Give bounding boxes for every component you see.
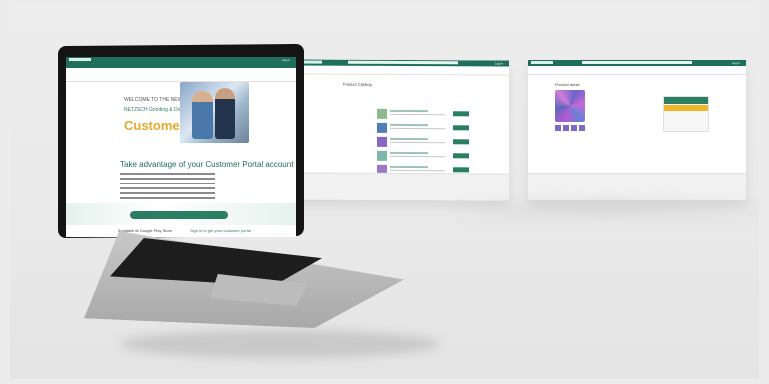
product-detail-card: Log in Product detail — [528, 60, 746, 200]
promo-button — [130, 211, 228, 219]
catalog-search-bar — [348, 60, 458, 65]
laptop-topbar: Log in — [66, 57, 296, 68]
benefit-line — [120, 196, 215, 199]
laptop-screen-content: Log in WELCOME TO THE NEW NETZSCH Grindi… — [66, 57, 296, 237]
thumbnail — [555, 125, 561, 131]
product-title-line — [390, 165, 428, 168]
detail-login-link: Log in — [731, 61, 740, 65]
welcome-title: WELCOME TO THE NEW — [124, 97, 183, 103]
brand-logo — [69, 58, 91, 61]
catalog-footer — [297, 172, 509, 201]
panel-highlight — [664, 105, 708, 111]
catalog-row — [377, 136, 469, 147]
product-button — [453, 167, 469, 173]
promo-band — [66, 203, 296, 225]
hero-image — [180, 82, 249, 143]
benefit-line — [120, 187, 215, 190]
welcome-subtitle: NETZSCH Grinding & Dispersing — [124, 107, 198, 113]
product-desc-line — [390, 141, 445, 144]
detail-footer — [528, 173, 746, 200]
thumbnail — [571, 125, 577, 131]
portal-title: Customer Portal — [124, 118, 226, 133]
laptop-nav — [66, 68, 296, 82]
catalog-row — [377, 150, 469, 161]
laptop-trackpad — [210, 274, 308, 306]
brand-logo — [300, 60, 322, 64]
product-desc-line — [390, 113, 445, 116]
purchase-panel — [663, 96, 709, 132]
product-image — [555, 90, 585, 122]
laptop-base — [84, 231, 404, 328]
catalog-login-link: Log in — [494, 61, 503, 66]
catalog-row — [377, 164, 469, 175]
detail-search-bar — [582, 61, 692, 64]
catalog-row — [377, 108, 469, 119]
product-title-line — [390, 123, 428, 126]
product-button — [453, 153, 469, 159]
product-thumb — [377, 164, 387, 175]
thumbnail-strip — [555, 125, 585, 131]
product-desc-line — [390, 155, 445, 158]
catalog-heading: Product Catalog — [343, 81, 372, 87]
catalog-page-card: Log in Product Catalog — [297, 59, 509, 201]
product-desc-line — [390, 169, 445, 172]
catalog-row — [377, 122, 469, 133]
benefit-line — [120, 182, 215, 185]
laptop-screen-bezel — [58, 43, 304, 239]
benefit-line — [120, 192, 215, 194]
catalog-nav — [297, 65, 509, 76]
footer-app-text: Available at Google Play Store — [118, 228, 173, 233]
brand-logo — [531, 61, 553, 64]
benefit-line — [120, 177, 215, 180]
product-title-line — [390, 137, 428, 140]
product-button — [453, 139, 469, 145]
product-thumb — [377, 108, 387, 119]
surface-reflection — [457, 200, 757, 218]
product-thumb — [377, 122, 387, 133]
laptop-login-link: Log in — [281, 58, 290, 62]
catalog-topbar: Log in — [297, 59, 509, 67]
product-button — [453, 125, 469, 131]
product-thumb — [377, 150, 387, 161]
laptop-shadow — [120, 330, 440, 358]
detail-heading: Product detail — [555, 82, 580, 87]
product-thumb — [377, 136, 387, 147]
product-button — [453, 111, 469, 117]
panel-header — [664, 97, 708, 104]
thumbnail — [579, 125, 585, 131]
detail-nav — [528, 66, 746, 75]
product-mockup-scene: Log in Product Catalog Log in Product de… — [0, 0, 769, 384]
laptop-keyboard — [110, 238, 322, 286]
product-title-line — [390, 151, 428, 154]
product-desc-line — [390, 127, 445, 130]
product-title-line — [390, 109, 428, 112]
scene-background — [10, 5, 759, 379]
thumbnail — [563, 125, 569, 131]
detail-topbar: Log in — [528, 60, 746, 66]
benefit-lines — [120, 173, 215, 202]
person-right — [215, 88, 235, 139]
footer-signin-text: Sign in to get your customer portal — [190, 228, 251, 233]
person-left — [192, 91, 213, 139]
benefit-line — [120, 173, 215, 175]
advantage-heading: Take advantage of your Customer Portal a… — [120, 160, 294, 169]
